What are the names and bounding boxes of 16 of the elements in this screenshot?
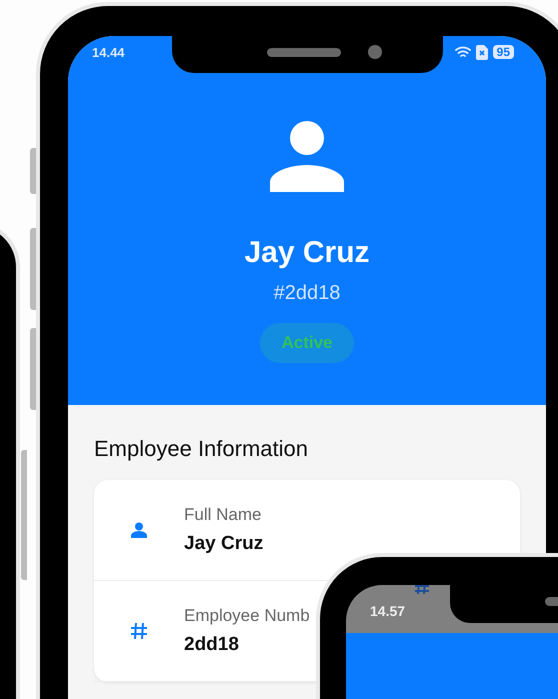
field-value: Jay Cruz (184, 533, 264, 555)
battery-level: 95 (492, 45, 514, 59)
status-badge: Active (260, 323, 354, 363)
field-label: Full Name (184, 505, 262, 525)
employee-id: #2dd18 (274, 282, 340, 305)
employee-name: Jay Cruz (244, 236, 370, 270)
status-time: 14.44 (92, 44, 125, 60)
field-value: 2dd18 (184, 634, 240, 656)
field-label: Employee Numb (184, 606, 310, 626)
hash-icon (414, 585, 430, 594)
sim-icon (476, 44, 488, 60)
wifi-icon (454, 45, 471, 59)
section-title: Employee Information (94, 436, 309, 462)
person-icon (270, 120, 344, 192)
status-time: 14.57 (370, 603, 406, 619)
camera-dot (368, 45, 382, 59)
